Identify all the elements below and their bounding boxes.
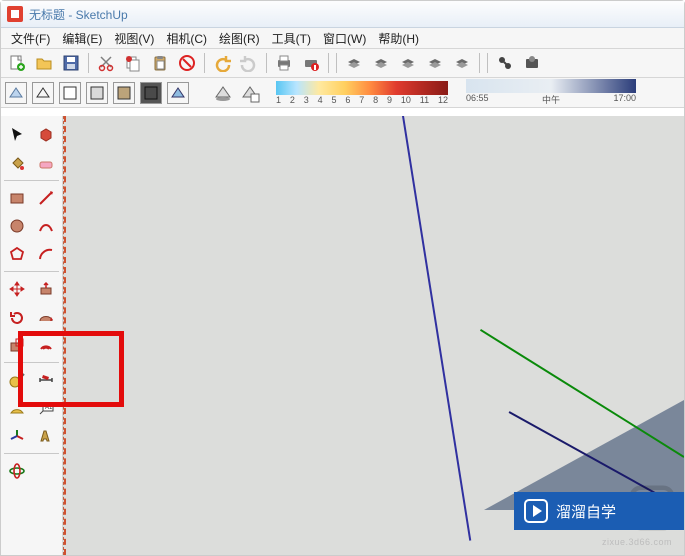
new-file-button[interactable] bbox=[5, 51, 29, 75]
tools-toolbar: A1 bbox=[1, 116, 63, 555]
menu-file[interactable]: 文件(F) bbox=[5, 28, 56, 49]
menu-camera[interactable]: 相机(C) bbox=[160, 28, 213, 49]
window-titlebar: 无标题 - SketchUp bbox=[1, 1, 684, 28]
rotate-tool[interactable] bbox=[3, 304, 31, 330]
green-axis bbox=[480, 329, 684, 458]
watermark-brand: 溜溜自学 bbox=[556, 501, 616, 522]
copy-button[interactable] bbox=[121, 51, 145, 75]
menu-view[interactable]: 视图(V) bbox=[108, 28, 160, 49]
model-edge bbox=[402, 116, 471, 541]
eraser-tool[interactable] bbox=[33, 150, 61, 176]
watermark-banner: 溜溜自学 bbox=[514, 492, 684, 530]
menu-draw[interactable]: 绘图(R) bbox=[213, 28, 266, 49]
style-back-edges[interactable] bbox=[167, 82, 189, 104]
save-button[interactable] bbox=[59, 51, 83, 75]
select-tool[interactable] bbox=[3, 122, 31, 148]
window-title: 无标题 - SketchUp bbox=[29, 6, 128, 23]
viewport[interactable]: 溜溜自学 zixue.3d66.com bbox=[63, 116, 684, 555]
play-icon bbox=[524, 499, 548, 523]
print-button[interactable] bbox=[272, 51, 296, 75]
style-shaded-tex[interactable] bbox=[113, 82, 135, 104]
separator bbox=[88, 53, 89, 73]
toolbar-standard bbox=[1, 49, 684, 78]
redo-button[interactable] bbox=[237, 51, 261, 75]
menu-edit[interactable]: 编辑(E) bbox=[56, 28, 108, 49]
line-tool[interactable] bbox=[33, 185, 61, 211]
model-info-button[interactable] bbox=[299, 51, 323, 75]
layer-button-5[interactable] bbox=[450, 51, 474, 75]
layer-button-4[interactable] bbox=[423, 51, 447, 75]
style-hidden-line[interactable] bbox=[59, 82, 81, 104]
arc-tool[interactable] bbox=[33, 241, 61, 267]
paste-button[interactable] bbox=[148, 51, 172, 75]
open-file-button[interactable] bbox=[32, 51, 56, 75]
delete-button[interactable] bbox=[175, 51, 199, 75]
layer-button-3[interactable] bbox=[396, 51, 420, 75]
polygon-tool[interactable] bbox=[3, 241, 31, 267]
cut-button[interactable] bbox=[94, 51, 118, 75]
shadow-settings[interactable] bbox=[238, 81, 262, 105]
circle-tool[interactable] bbox=[3, 213, 31, 239]
separator bbox=[204, 53, 205, 73]
shadow-toggle[interactable] bbox=[211, 81, 235, 105]
date-slider[interactable]: 123 456 789 101112 bbox=[276, 81, 448, 105]
menu-window[interactable]: 窗口(W) bbox=[317, 28, 372, 49]
tape-measure-tool[interactable] bbox=[3, 367, 31, 393]
dimension-tool[interactable] bbox=[33, 367, 61, 393]
orbit-tool[interactable] bbox=[3, 458, 31, 484]
undo-button[interactable] bbox=[210, 51, 234, 75]
paint-bucket-tool[interactable] bbox=[3, 150, 31, 176]
move-tool[interactable] bbox=[3, 276, 31, 302]
watermark-url: zixue.3d66.com bbox=[602, 537, 672, 547]
rectangle-tool[interactable] bbox=[3, 185, 31, 211]
style-mono[interactable] bbox=[140, 82, 162, 104]
menu-tools[interactable]: 工具(T) bbox=[266, 28, 317, 49]
freehand-tool[interactable] bbox=[33, 213, 61, 239]
plugin-button-1[interactable] bbox=[493, 51, 517, 75]
axes-tool[interactable] bbox=[3, 423, 31, 449]
protractor-tool[interactable] bbox=[3, 395, 31, 421]
separator bbox=[328, 53, 329, 73]
3dtext-tool[interactable] bbox=[33, 423, 61, 449]
offset-tool[interactable] bbox=[33, 332, 61, 358]
plugin-button-2[interactable] bbox=[520, 51, 544, 75]
pushpull-tool[interactable] bbox=[33, 276, 61, 302]
style-xray[interactable] bbox=[5, 82, 27, 104]
time-slider[interactable]: 06:55 中午 17:00 bbox=[466, 79, 636, 106]
scale-tool[interactable] bbox=[3, 332, 31, 358]
menubar: 文件(F) 编辑(E) 视图(V) 相机(C) 绘图(R) 工具(T) 窗口(W… bbox=[1, 28, 684, 49]
toolbar-styles-shadow: 123 456 789 101112 06:55 中午 17:00 bbox=[1, 78, 684, 108]
menu-help[interactable]: 帮助(H) bbox=[372, 28, 425, 49]
svg-text:A1: A1 bbox=[45, 405, 53, 411]
layer-button-2[interactable] bbox=[369, 51, 393, 75]
text-tool[interactable]: A1 bbox=[33, 395, 61, 421]
layer-button-1[interactable] bbox=[342, 51, 366, 75]
style-shaded[interactable] bbox=[86, 82, 108, 104]
separator bbox=[487, 53, 488, 73]
make-component-tool[interactable] bbox=[33, 122, 61, 148]
app-icon bbox=[7, 6, 23, 22]
separator bbox=[479, 53, 480, 73]
separator bbox=[336, 53, 337, 73]
style-wireframe[interactable] bbox=[32, 82, 54, 104]
followme-tool[interactable] bbox=[33, 304, 61, 330]
separator bbox=[266, 53, 267, 73]
